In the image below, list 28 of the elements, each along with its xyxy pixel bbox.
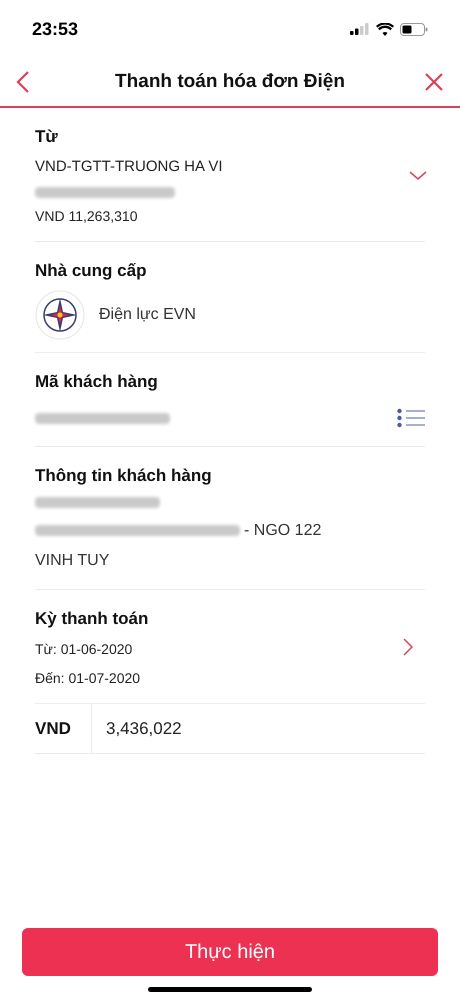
back-icon: [16, 70, 30, 94]
billing-period-selector[interactable]: Kỳ thanh toán Từ: 01-06-2020 Đến: 01-07-2020: [35, 590, 425, 704]
wifi-icon: [376, 22, 394, 36]
battery-icon: [400, 22, 428, 36]
section-label: Kỳ thanh toán: [35, 608, 148, 630]
chevron-down-icon: [409, 170, 427, 180]
currency-label: VND: [35, 718, 71, 740]
amount-field[interactable]: 3,436,022: [92, 704, 425, 753]
status-time: 23:53: [32, 18, 78, 40]
account-balance: VND 11,263,310: [35, 207, 138, 226]
account-selector[interactable]: Từ VND-TGTT-TRUONG HA VI VND 11,263,310: [35, 108, 425, 242]
period-end: Đến: 01-07-2020: [35, 669, 142, 688]
close-icon: [424, 72, 444, 92]
submit-button[interactable]: Thực hiện: [22, 928, 438, 976]
address-text: - NGO 122: [244, 520, 322, 540]
provider-logo-icon: [35, 290, 85, 340]
provider-name: Điện lực EVN: [99, 304, 196, 324]
list-icon[interactable]: [397, 408, 425, 428]
chevron-right-icon: [403, 638, 413, 656]
section-label: Thông tin khách hàng: [35, 465, 213, 487]
signal-icon: [350, 23, 370, 35]
section-label: Mã khách hàng: [35, 370, 159, 393]
address-text: VINH TUY: [35, 550, 110, 570]
period-start: Từ: 01-06-2020: [35, 640, 134, 659]
account-name: VND-TGTT-TRUONG HA VI: [35, 156, 222, 176]
page-title: Thanh toán hóa đơn Điện: [115, 70, 345, 94]
section-label: Nhà cung cấp: [35, 260, 148, 282]
section-label: Từ: [35, 126, 59, 148]
